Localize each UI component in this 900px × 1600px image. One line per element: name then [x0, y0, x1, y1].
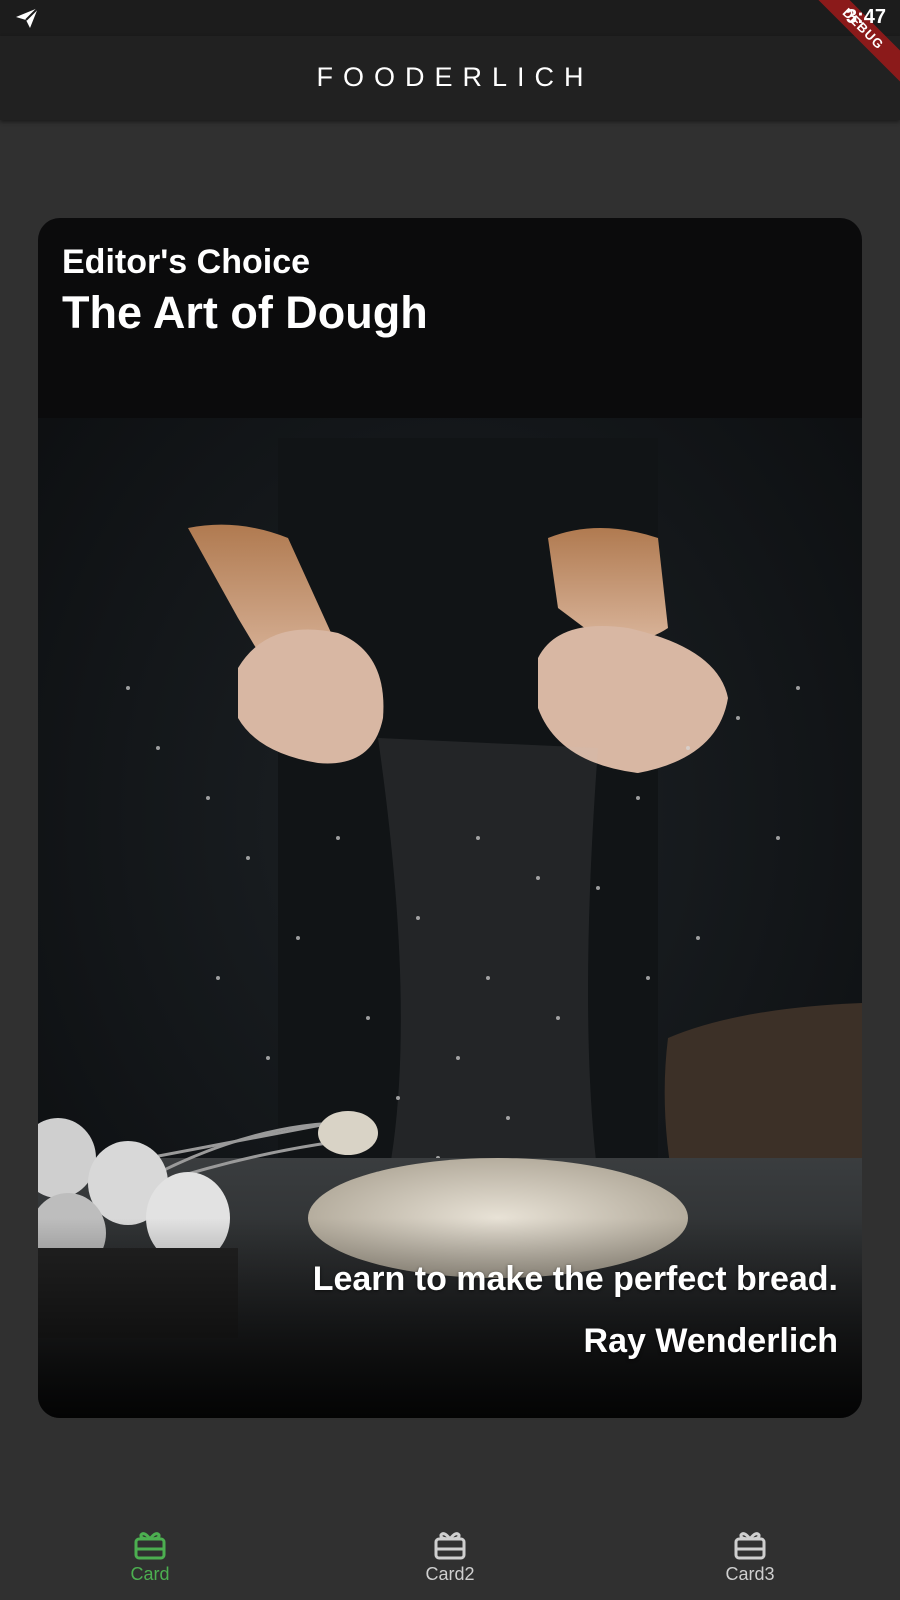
- featured-card[interactable]: Editor's Choice The Art of Dough Learn t…: [38, 218, 862, 1418]
- card-giftcard-icon: [134, 1532, 166, 1560]
- status-time: 3:47: [845, 6, 886, 28]
- nav-label-card2: Card2: [425, 1564, 475, 1584]
- status-bar: 3:47 DEBUG: [0, 0, 900, 90]
- nav-label-card: Card: [130, 1564, 170, 1584]
- nav-item-card3[interactable]: Card3: [680, 1530, 820, 1585]
- bottom-navigation-bar: Card Card2 Card3: [0, 1512, 900, 1600]
- send-icon: [16, 7, 39, 28]
- app-bar: FOODERLICH: [0, 36, 900, 120]
- card-giftcard-icon: [434, 1532, 466, 1560]
- card-title: The Art of Dough: [62, 287, 428, 338]
- card-giftcard-icon: [734, 1532, 766, 1560]
- card-category: Editor's Choice: [62, 243, 311, 281]
- nav-item-card[interactable]: Card: [80, 1530, 220, 1585]
- card-author: Ray Wenderlich: [583, 1322, 838, 1360]
- nav-item-card2[interactable]: Card2: [380, 1530, 520, 1585]
- card-header: Editor's Choice The Art of Dough: [62, 242, 428, 340]
- card-description: Learn to make the perfect bread.: [312, 1260, 838, 1298]
- app-title: FOODERLICH: [316, 62, 594, 92]
- nav-label-card3: Card3: [725, 1564, 775, 1584]
